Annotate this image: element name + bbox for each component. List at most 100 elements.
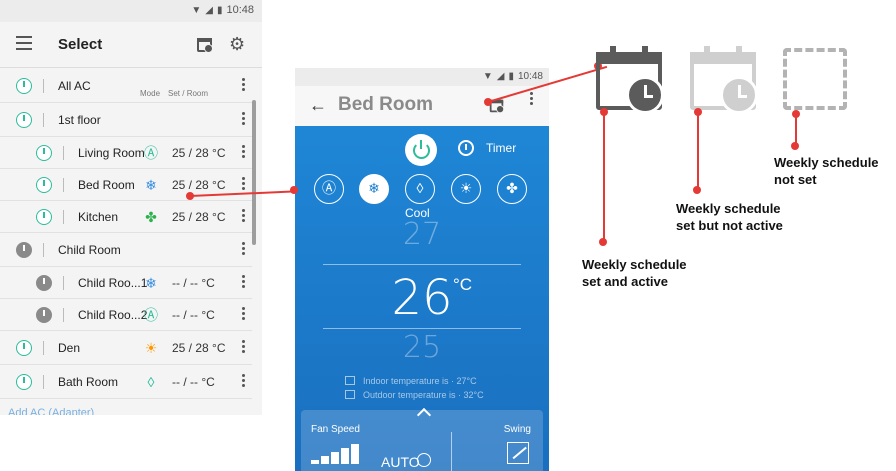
sun-icon: ☀ (144, 339, 158, 356)
room-row[interactable]: Living Room Ⓐ 25 / 28 °C (0, 137, 252, 169)
power-toggle-icon[interactable] (16, 373, 32, 390)
room-name: Bed Room (78, 177, 135, 192)
set-room-temp: 25 / 28 °C (172, 209, 226, 224)
snowflake-icon: ❄ (145, 274, 157, 291)
pointer-dot (599, 238, 607, 246)
fan-speed-label: Fan Speed (311, 424, 360, 435)
more-options-icon[interactable] (242, 339, 246, 355)
power-toggle-icon[interactable] (36, 176, 52, 193)
set-room-temp: 25 / 28 °C (172, 340, 226, 355)
fan-speed-value[interactable]: AUTO (381, 454, 420, 470)
room-name: All AC (58, 78, 91, 93)
house-icon (345, 390, 355, 399)
menu-icon[interactable] (16, 36, 32, 54)
room-row[interactable]: 1st floor (0, 103, 252, 137)
divider (63, 209, 64, 224)
add-ac-link[interactable]: Add AC (Adapter) (8, 407, 94, 415)
back-arrow-icon[interactable]: ← (309, 96, 327, 114)
app-bar: ← Bed Room (295, 86, 549, 126)
divider (43, 78, 44, 93)
wifi-icon: ▼ (482, 71, 493, 82)
app-bar: Select (0, 22, 262, 68)
more-options-icon[interactable] (242, 373, 246, 389)
room-row[interactable]: Kitchen ✤ 25 / 28 °C (0, 201, 252, 233)
room-name: Bath Room (58, 374, 119, 389)
divider (323, 264, 521, 265)
divider (323, 328, 521, 329)
set-room-temp: -- / -- °C (172, 275, 215, 290)
status-bar: ▼ ◢ ▮ 10:48 (295, 68, 549, 86)
power-toggle-icon[interactable] (16, 111, 32, 128)
room-name: Child Roo...1 (78, 275, 148, 290)
more-options-icon[interactable] (242, 306, 246, 322)
room-name: Child Room (58, 242, 121, 257)
calendar-clock-active-icon (596, 46, 664, 114)
auto-mode-button[interactable]: Ⓐ (314, 174, 344, 204)
temp-up-value[interactable]: 27 (295, 217, 549, 252)
power-toggle-icon[interactable] (16, 339, 32, 356)
status-bar: ▼ ◢ ▮ 10:48 (0, 0, 262, 22)
power-toggle-icon[interactable] (36, 306, 52, 323)
temp-down-value[interactable]: 25 (295, 330, 549, 365)
room-name: 1st floor (58, 112, 101, 127)
cool-mode-button[interactable]: ❄ (359, 174, 389, 204)
room-row[interactable]: Child Roo...1 ❄ -- / -- °C (0, 267, 252, 299)
room-row[interactable]: Den ☀ 25 / 28 °C (0, 331, 252, 365)
signal-icon: ◢ (496, 71, 505, 82)
weekly-schedule-icon[interactable] (197, 38, 213, 53)
more-options-icon[interactable] (530, 92, 534, 107)
fan-speed-bars-icon[interactable] (311, 444, 361, 464)
signal-icon: ◢ (205, 4, 213, 16)
power-toggle-icon[interactable] (16, 241, 32, 258)
divider (43, 374, 44, 389)
room-name: Child Roo...2 (78, 307, 148, 322)
set-room-temp: 25 / 28 °C (172, 145, 226, 160)
auto-mode-icon: Ⓐ (144, 306, 158, 323)
heat-mode-button[interactable]: ☀ (451, 174, 481, 204)
fan-mode-button[interactable]: ✤ (497, 174, 527, 204)
house-icon (345, 376, 355, 385)
swing-label: Swing (503, 424, 531, 435)
room-detail-screen: ▼ ◢ ▮ 10:48 ← Bed Room Timer Ⓐ ❄ ◊ ☀ ✤ C… (295, 68, 549, 471)
more-options-icon[interactable] (242, 144, 246, 160)
more-options-icon[interactable] (242, 77, 246, 93)
room-row[interactable]: Bath Room ◊ -- / -- °C (0, 365, 252, 399)
pointer-line (697, 112, 699, 190)
power-toggle-icon[interactable] (36, 208, 52, 225)
auto-mode-icon: Ⓐ (144, 144, 158, 161)
power-toggle-icon[interactable] (16, 77, 32, 94)
scrollbar[interactable] (252, 100, 256, 245)
timer-label[interactable]: Timer (486, 141, 516, 155)
drop-icon: ◊ (147, 373, 155, 390)
dry-mode-button[interactable]: ◊ (405, 174, 435, 204)
divider (63, 307, 64, 322)
room-row[interactable]: Child Room (0, 233, 252, 267)
pointer-line (603, 112, 605, 242)
swing-icon[interactable] (507, 442, 529, 464)
divider (63, 275, 64, 290)
set-room-temp: -- / -- °C (172, 374, 215, 389)
room-name: Living Room (78, 145, 145, 160)
room-row[interactable]: All AC Mode Set / Room (0, 69, 252, 103)
room-name: Den (58, 340, 81, 355)
power-toggle-icon[interactable] (36, 274, 52, 291)
power-toggle-icon[interactable] (36, 144, 52, 161)
outdoor-temp-info: Outdoor temperature is · 32°C (345, 390, 484, 400)
annotation-not-set: Weekly schedule not set (774, 155, 879, 187)
mode-header: Mode (140, 89, 161, 98)
set-room-header: Set / Room (168, 89, 209, 98)
room-row[interactable]: Child Roo...2 Ⓐ -- / -- °C (0, 299, 252, 331)
gear-icon[interactable]: ⚙ (229, 35, 245, 53)
more-options-icon[interactable] (242, 208, 246, 224)
fan-face-icon[interactable] (417, 453, 431, 467)
alarm-clock-icon[interactable] (458, 140, 474, 156)
more-options-icon[interactable] (242, 241, 246, 257)
room-name: Kitchen (78, 209, 119, 224)
more-options-icon[interactable] (242, 176, 246, 192)
chevron-up-icon[interactable] (416, 407, 432, 423)
room-row[interactable]: Bed Room ❄ 25 / 28 °C (0, 169, 252, 201)
battery-icon: ▮ (216, 4, 223, 16)
power-button[interactable] (405, 134, 437, 166)
more-options-icon[interactable] (242, 274, 246, 290)
more-options-icon[interactable] (242, 111, 246, 127)
